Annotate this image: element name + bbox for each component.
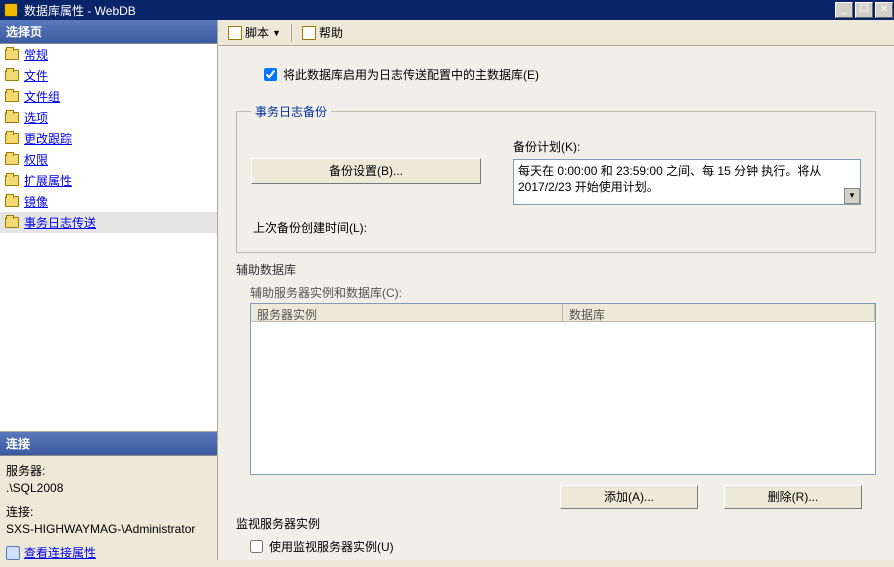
page-list: 常规 文件 文件组 选项 更改跟踪 权限	[0, 44, 217, 432]
secondary-group-label: 辅助数据库	[236, 261, 876, 278]
script-button[interactable]: 脚本 ▼	[224, 23, 285, 42]
minimize-button[interactable]: _	[835, 2, 853, 18]
monitor-group-label: 监视服务器实例	[236, 515, 876, 532]
sidebar-item-filegroups[interactable]: 文件组	[0, 86, 217, 107]
sidebar-item-changetracking[interactable]: 更改跟踪	[0, 128, 217, 149]
secondary-instances-label: 辅助服务器实例和数据库(C):	[250, 284, 876, 301]
sidebar-item-label: 事务日志传送	[24, 214, 96, 231]
column-database[interactable]: 数据库	[563, 304, 875, 322]
dropdown-icon: ▼	[272, 28, 281, 38]
window-title: 数据库属性 - WebDB	[24, 2, 136, 19]
backup-group-legend: 事务日志备份	[251, 103, 331, 120]
window-controls: _ ☐ ✕	[834, 1, 894, 19]
sidebar-item-files[interactable]: 文件	[0, 65, 217, 86]
folder-icon	[4, 132, 20, 146]
enable-primary-checkbox[interactable]	[264, 68, 277, 81]
help-icon	[302, 26, 316, 40]
folder-icon	[4, 69, 20, 83]
sidebar-item-mirroring[interactable]: 镜像	[0, 191, 217, 212]
use-monitor-label: 使用监视服务器实例(U)	[269, 538, 394, 555]
use-monitor-checkbox[interactable]	[250, 540, 263, 553]
server-label: 服务器:	[6, 462, 211, 479]
sidebar-item-options[interactable]: 选项	[0, 107, 217, 128]
backup-settings-button[interactable]: 备份设置(B)...	[251, 158, 481, 184]
last-backup-label: 上次备份创建时间(L):	[253, 219, 861, 236]
properties-icon	[6, 546, 20, 560]
folder-icon	[4, 153, 20, 167]
sidebar-item-label: 文件	[24, 67, 48, 84]
sidebar-item-label: 常规	[24, 46, 48, 63]
view-connection-properties-link[interactable]: 查看连接属性	[6, 544, 96, 561]
scroll-down-icon[interactable]: ▾	[844, 188, 860, 204]
backup-plan-textbox[interactable]: 每天在 0:00:00 和 23:59:00 之间、每 15 分钟 执行。将从 …	[513, 159, 861, 205]
toolbar: 脚本 ▼ 帮助	[218, 20, 894, 46]
sidebar-item-logshipping[interactable]: 事务日志传送	[0, 212, 217, 233]
right-panel: 脚本 ▼ 帮助 将此数据库启用为日志传送配置中的主数据库(E) 事务日志备份 备…	[218, 20, 894, 560]
content-area: 将此数据库启用为日志传送配置中的主数据库(E) 事务日志备份 备份设置(B)..…	[218, 46, 894, 560]
add-button[interactable]: 添加(A)...	[560, 485, 698, 509]
folder-icon	[4, 90, 20, 104]
server-value: .\SQL2008	[6, 481, 211, 495]
titlebar: 数据库属性 - WebDB _ ☐ ✕	[0, 0, 894, 20]
sidebar-item-permissions[interactable]: 权限	[0, 149, 217, 170]
sidebar-item-label: 扩展属性	[24, 172, 72, 189]
connection-label: 连接:	[6, 503, 211, 520]
connection-value: SXS-HIGHWAYMAG-\Administrator	[6, 522, 211, 536]
listview-body[interactable]	[251, 322, 875, 474]
maximize-button[interactable]: ☐	[855, 2, 873, 18]
sidebar-item-label: 选项	[24, 109, 48, 126]
close-button[interactable]: ✕	[875, 2, 893, 18]
help-label: 帮助	[319, 24, 343, 41]
toolbar-separator	[291, 24, 292, 42]
folder-icon	[4, 195, 20, 209]
sidebar-header: 选择页	[0, 20, 217, 44]
sidebar-item-label: 文件组	[24, 88, 60, 105]
column-server-instance[interactable]: 服务器实例	[251, 304, 563, 322]
enable-primary-label: 将此数据库启用为日志传送配置中的主数据库(E)	[283, 66, 539, 83]
script-icon	[228, 26, 242, 40]
sidebar-item-general[interactable]: 常规	[0, 44, 217, 65]
connection-header: 连接	[0, 432, 217, 456]
folder-icon	[4, 111, 20, 125]
help-button[interactable]: 帮助	[298, 23, 347, 42]
enable-primary-row: 将此数据库启用为日志传送配置中的主数据库(E)	[264, 66, 876, 83]
folder-icon	[4, 48, 20, 62]
folder-icon	[4, 216, 20, 230]
sidebar-item-label: 权限	[24, 151, 48, 168]
connection-section: 服务器: .\SQL2008 连接: SXS-HIGHWAYMAG-\Admin…	[0, 456, 217, 567]
connection-link-label: 查看连接属性	[24, 544, 96, 561]
left-panel: 选择页 常规 文件 文件组 选项 更改跟踪	[0, 20, 218, 560]
folder-icon	[4, 174, 20, 188]
secondary-listview[interactable]: 服务器实例 数据库	[250, 303, 876, 475]
backup-plan-text: 每天在 0:00:00 和 23:59:00 之间、每 15 分钟 执行。将从 …	[518, 164, 821, 194]
window-icon	[4, 3, 18, 17]
sidebar-item-label: 更改跟踪	[24, 130, 72, 147]
sidebar-item-extended[interactable]: 扩展属性	[0, 170, 217, 191]
remove-button[interactable]: 删除(R)...	[724, 485, 862, 509]
backup-group: 事务日志备份 备份设置(B)... 备份计划(K): 每天在 0:00:00 和…	[236, 103, 876, 253]
sidebar-item-label: 镜像	[24, 193, 48, 210]
backup-plan-label: 备份计划(K):	[513, 138, 861, 155]
script-label: 脚本	[245, 24, 269, 41]
